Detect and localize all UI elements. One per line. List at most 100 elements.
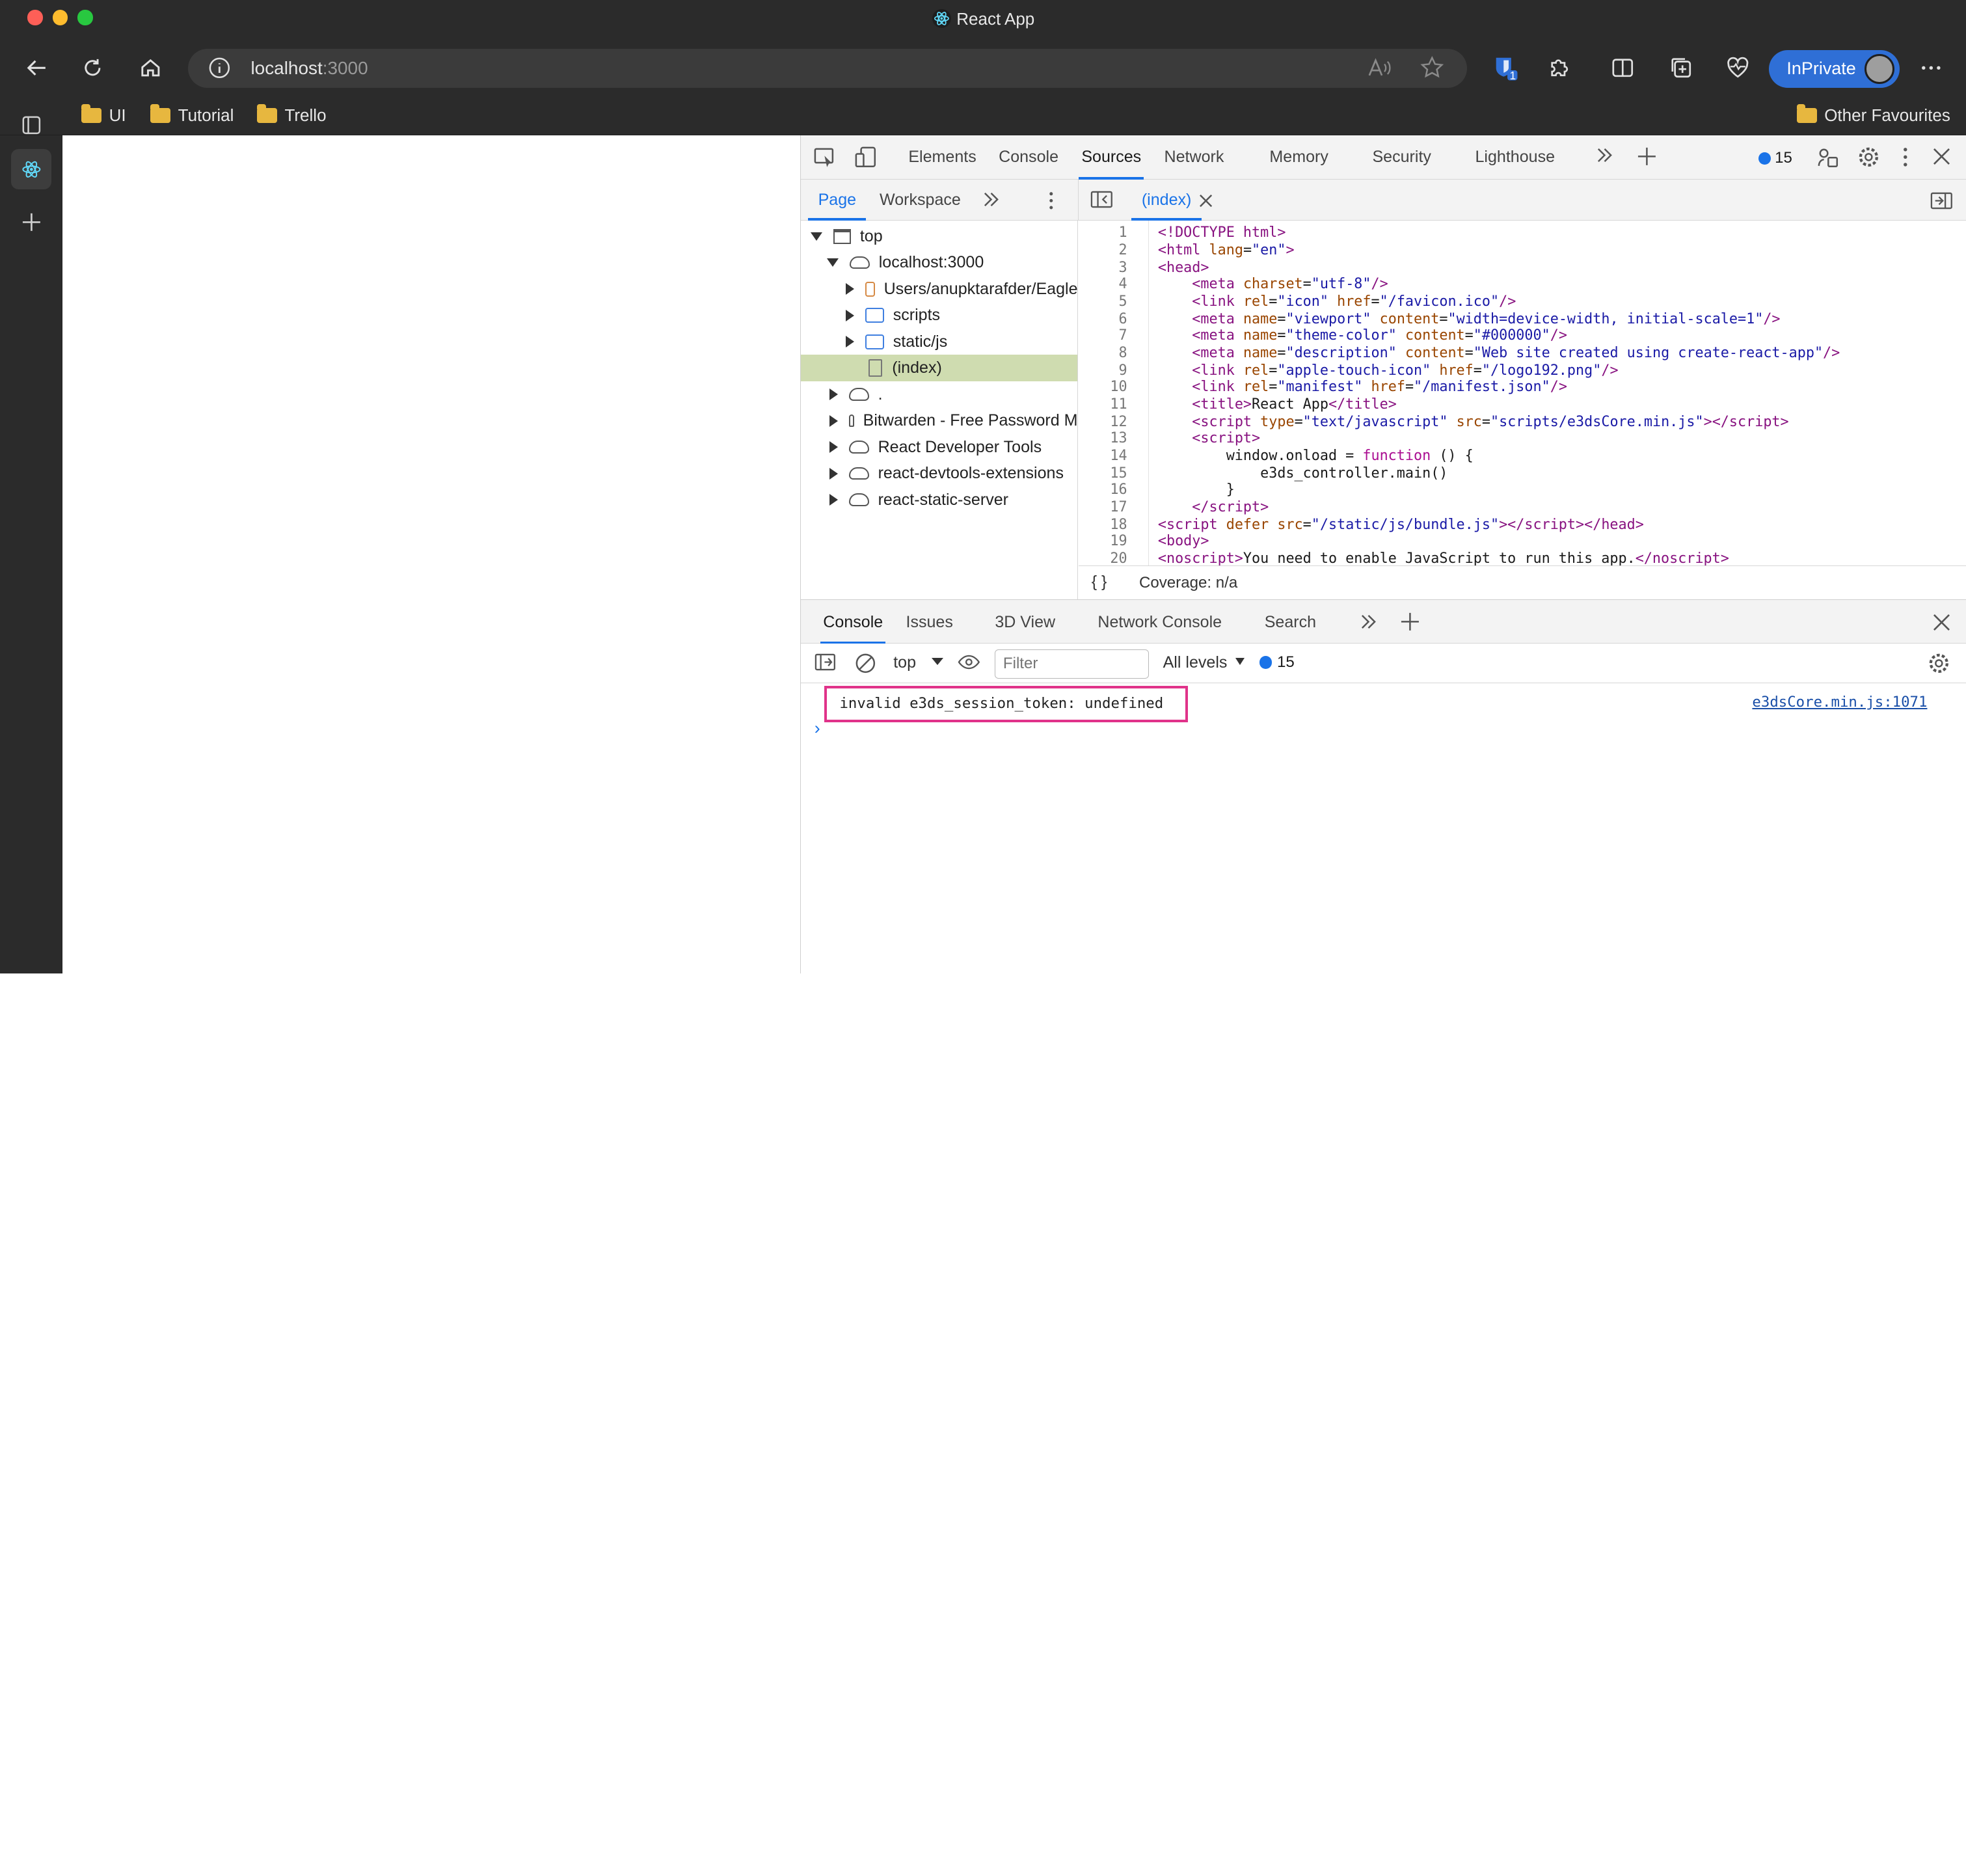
line-number[interactable]: 12 (1110, 414, 1127, 430)
console-sidebar-icon[interactable] (815, 653, 836, 675)
line-number[interactable]: 3 (1119, 260, 1127, 276)
line-number[interactable]: 5 (1119, 293, 1127, 310)
tab-console[interactable]: Console (999, 148, 1058, 167)
read-aloud-icon[interactable] (1367, 57, 1392, 84)
device-toolbar-icon[interactable] (854, 146, 877, 173)
favorite-star-icon[interactable] (1420, 55, 1445, 85)
tab-elements[interactable]: Elements (908, 148, 976, 167)
console-message-count[interactable]: 15 (1259, 653, 1295, 672)
vertical-tabs-icon[interactable] (11, 105, 51, 146)
code-editor[interactable]: 1 2 3 4 5 6 7 8 9 10 11 12 13 14 15 16 17 18 19 20 <!DOCTYP… (1079, 221, 1966, 566)
tree-item-top[interactable]: top (801, 223, 1077, 249)
react-tab-icon[interactable] (11, 149, 52, 189)
back-arrow-icon[interactable] (16, 48, 57, 88)
site-info-icon[interactable] (208, 57, 231, 84)
expand-arrow-icon[interactable] (827, 258, 839, 267)
line-number[interactable]: 7 (1119, 327, 1127, 344)
line-number[interactable]: 20 (1110, 551, 1127, 565)
tree-item-scripts[interactable]: scripts (801, 302, 1077, 328)
more-navigator-chevron-icon[interactable] (982, 191, 1000, 213)
line-number[interactable]: 2 (1119, 242, 1127, 258)
navigator-tab-page[interactable]: Page (807, 191, 867, 221)
line-number[interactable]: 1 (1119, 224, 1127, 241)
drawer-tab-network-console[interactable]: Network Console (1097, 613, 1222, 632)
favourite-folder-ui[interactable]: UI (81, 104, 126, 126)
line-number[interactable]: 4 (1119, 276, 1127, 292)
line-number[interactable]: 15 (1110, 465, 1127, 482)
collapse-arrow-icon[interactable] (829, 415, 838, 427)
close-file-icon[interactable] (1199, 193, 1213, 212)
toggle-navigator-icon[interactable] (1090, 191, 1113, 213)
bitwarden-extension-icon[interactable]: 1 (1485, 48, 1525, 88)
address-bar[interactable]: localhost:3000 (188, 49, 1467, 88)
log-levels-dropdown[interactable]: All levels (1163, 653, 1245, 672)
console-filter-input[interactable] (995, 649, 1150, 679)
add-drawer-tab-plus-icon[interactable] (1400, 612, 1420, 636)
tree-item-localhost[interactable]: localhost:3000 (801, 250, 1077, 276)
tab-lighthouse[interactable]: Lighthouse (1475, 148, 1555, 167)
line-number[interactable]: 19 (1110, 533, 1127, 549)
line-number[interactable]: 16 (1110, 482, 1127, 498)
more-tabs-chevron-icon[interactable] (1596, 146, 1613, 169)
tab-security[interactable]: Security (1372, 148, 1431, 167)
drawer-tab-console[interactable]: Console (820, 613, 885, 644)
settings-gear-icon[interactable] (1857, 146, 1880, 173)
clear-console-icon[interactable] (854, 652, 877, 679)
line-number[interactable]: 13 (1110, 430, 1127, 446)
drawer-tab-3d-view[interactable]: 3D View (995, 613, 1055, 632)
tree-item-react-static-server[interactable]: react-static-server (801, 487, 1077, 513)
tree-item-static-js[interactable]: static/js (801, 329, 1077, 355)
collapse-arrow-icon[interactable] (845, 309, 854, 321)
inprivate-button[interactable]: InPrivate (1769, 50, 1900, 88)
console-source-link[interactable]: e3dsCore.min.js:1071 (1752, 694, 1927, 711)
devtools-more-icon[interactable] (1902, 146, 1909, 173)
context-selector[interactable]: top (893, 653, 944, 672)
collapse-arrow-icon[interactable] (845, 283, 854, 295)
tree-item-react-devtools[interactable]: React Developer Tools (801, 434, 1077, 460)
line-number[interactable]: 10 (1110, 379, 1127, 395)
home-icon[interactable] (130, 48, 170, 88)
extensions-puzzle-icon[interactable] (1540, 48, 1580, 88)
line-number[interactable]: 8 (1119, 345, 1127, 361)
favourite-folder-tutorial[interactable]: Tutorial (150, 104, 234, 126)
tab-memory[interactable]: Memory (1269, 148, 1328, 167)
navigator-more-icon[interactable] (1047, 191, 1055, 215)
tree-item-bitwarden[interactable]: Bitwarden - Free Password M (801, 407, 1077, 433)
tree-item-users-folder[interactable]: Users/anupktarafder/Eagle (801, 276, 1077, 302)
other-favourites[interactable]: Other Favourites (1796, 104, 1950, 126)
collapse-arrow-icon[interactable] (829, 441, 838, 454)
more-drawer-tabs-chevron-icon[interactable] (1360, 613, 1377, 635)
pretty-print-button[interactable]: { } (1092, 573, 1107, 591)
line-number[interactable]: 11 (1110, 396, 1127, 413)
line-number[interactable]: 17 (1110, 499, 1127, 515)
refresh-icon[interactable] (73, 48, 113, 88)
live-expression-eye-icon[interactable] (958, 653, 980, 675)
collapse-arrow-icon[interactable] (829, 388, 838, 401)
more-menu-icon[interactable] (1911, 48, 1951, 88)
expand-arrow-icon[interactable] (811, 232, 823, 241)
new-tab-plus-icon[interactable] (11, 202, 51, 242)
browser-essentials-icon[interactable] (1717, 48, 1758, 88)
customize-icon[interactable] (1816, 146, 1839, 173)
message-count-badge[interactable]: 15 (1758, 149, 1792, 167)
collapse-arrow-icon[interactable] (845, 336, 854, 348)
tree-item-dot[interactable]: . (801, 381, 1077, 407)
tree-item-index[interactable]: (index) (800, 355, 1077, 381)
navigator-tab-workspace[interactable]: Workspace (880, 191, 961, 210)
console-settings-gear-icon[interactable] (1928, 652, 1950, 679)
console-prompt[interactable]: › (815, 718, 820, 739)
open-file-tab[interactable]: (index) (1131, 191, 1202, 221)
close-drawer-icon[interactable] (1933, 614, 1950, 636)
toggle-debugger-icon[interactable] (1930, 192, 1953, 214)
tab-sources[interactable]: Sources (1079, 148, 1144, 180)
tab-network[interactable]: Network (1165, 148, 1224, 167)
line-number[interactable]: 9 (1119, 362, 1127, 379)
tree-item-react-devtools-extensions[interactable]: react-devtools-extensions (801, 460, 1077, 486)
collections-icon[interactable] (1662, 48, 1702, 88)
inspect-element-icon[interactable] (813, 146, 836, 173)
split-screen-icon[interactable] (1602, 48, 1643, 88)
line-number[interactable]: 6 (1119, 311, 1127, 327)
close-devtools-icon[interactable] (1933, 148, 1950, 170)
drawer-tab-search[interactable]: Search (1265, 613, 1316, 632)
drawer-tab-issues[interactable]: Issues (906, 613, 953, 632)
